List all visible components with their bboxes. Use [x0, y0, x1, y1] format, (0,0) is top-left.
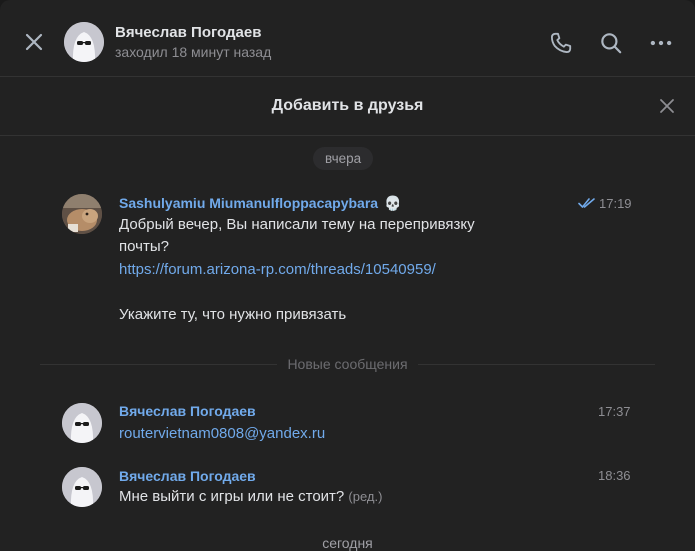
new-messages-label: Новые сообщения [0, 356, 695, 372]
day-separator-yesterday: вчера [313, 147, 374, 170]
contact-status: заходил 18 минут назад [115, 44, 272, 60]
message-text: почты? [119, 238, 169, 255]
message-link[interactable]: https://forum.arizona-rp.com/threads/105… [119, 259, 436, 281]
skull-emoji-icon: 💀 [383, 195, 402, 211]
day-separator-today: сегодня [322, 535, 373, 551]
ghost-avatar-image [64, 22, 104, 62]
avatar[interactable] [62, 467, 102, 507]
chat-header: Вячеслав Погодаев заходил 18 минут назад [0, 0, 695, 77]
capybara-avatar-image [62, 194, 102, 234]
chat-panel: Вячеслав Погодаев заходил 18 минут назад… [0, 0, 695, 551]
close-icon [25, 33, 43, 51]
message-time: 18:36 [598, 468, 631, 483]
read-checkmarks-icon [578, 198, 595, 208]
search-icon [601, 33, 622, 54]
search-button[interactable] [598, 30, 624, 56]
close-chat-button[interactable] [20, 28, 48, 56]
more-dots-icon [650, 40, 672, 46]
phone-icon [550, 32, 572, 54]
message-time: 17:37 [598, 404, 631, 419]
message-author[interactable]: Sashulyamiu Miumanulfloppacapybara 💀 [119, 195, 401, 212]
add-friend-button[interactable]: Добавить в друзья [0, 97, 695, 115]
close-icon [660, 99, 674, 113]
message-author[interactable]: Вячеслав Погодаев [119, 468, 256, 484]
edited-badge: (ред.) [348, 489, 383, 504]
contact-name[interactable]: Вячеслав Погодаев [115, 24, 261, 41]
add-friend-banner: Добавить в друзья [0, 76, 695, 136]
more-options-button[interactable] [648, 30, 674, 56]
dismiss-banner-button[interactable] [658, 97, 676, 115]
avatar[interactable] [62, 403, 102, 443]
message-time: 17:19 [578, 196, 632, 211]
avatar[interactable] [64, 22, 104, 62]
message-author[interactable]: Вячеслав Погодаев [119, 403, 256, 419]
message-text: Мне выйти с игры или не стоит? (ред.) [119, 488, 383, 505]
message-text: Добрый вечер, Вы написали тему на перепр… [119, 216, 475, 233]
avatar[interactable] [62, 194, 102, 234]
ghost-avatar-image [62, 403, 102, 443]
ghost-avatar-image [62, 467, 102, 507]
call-button[interactable] [548, 30, 574, 56]
message-email-link[interactable]: routervietnam0808@yandex.ru [119, 423, 325, 445]
message-text: Укажите ту, что нужно привязать [119, 306, 347, 323]
